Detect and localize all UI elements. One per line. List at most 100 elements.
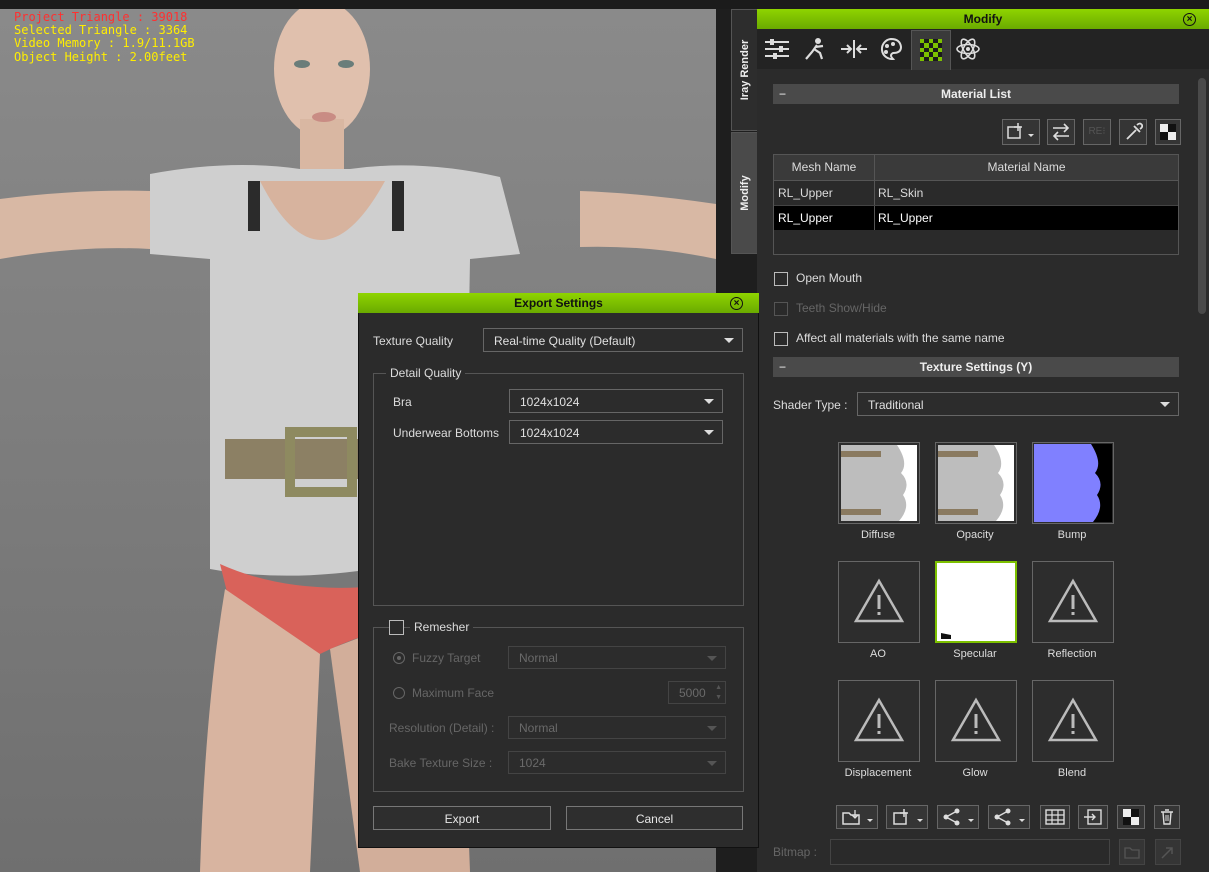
import-icon (1084, 809, 1102, 825)
row-material-cell: RL_Skin (878, 186, 924, 200)
load-image-icon (842, 810, 873, 825)
blend-label: Blend (1057, 767, 1087, 779)
sliders-icon[interactable] (764, 38, 790, 60)
opacity-texture-slot[interactable] (935, 442, 1017, 524)
physics-icon[interactable] (955, 36, 981, 62)
shader-type-label: Shader Type : (773, 398, 848, 412)
underwear-bottoms-label: Underwear Bottoms (393, 426, 500, 440)
opacity-thumbnail (938, 445, 1014, 521)
cell-divider (874, 206, 875, 230)
picker-button[interactable] (1119, 119, 1147, 145)
open-mouth-checkbox[interactable] (774, 272, 788, 286)
import-button[interactable] (1078, 805, 1108, 829)
affect-all-label: Affect all materials with the same name (796, 331, 1005, 345)
trash-icon (1161, 809, 1173, 825)
detail-quality-legend: Detail Quality (386, 366, 466, 380)
share-alt-button[interactable] (988, 805, 1030, 829)
bra-label: Bra (393, 395, 412, 409)
affect-all-checkbox[interactable] (774, 332, 788, 346)
dialog-title-bar[interactable]: Export Settings (358, 293, 759, 313)
tab-iray-render[interactable]: Iray Render (731, 9, 759, 131)
checker-preview-button[interactable] (1117, 805, 1145, 829)
bitmap-label: Bitmap : (773, 845, 818, 859)
diffuse-texture-slot[interactable] (838, 442, 920, 524)
fuzzy-target-label: Fuzzy Target (412, 651, 481, 665)
bake-texture-size-value: 1024 (519, 756, 546, 770)
spin-down-icon: ▼ (715, 694, 722, 701)
displacement-texture-slot[interactable] (838, 680, 920, 762)
top-strip (0, 0, 1209, 9)
bitmap-launch-button (1155, 839, 1181, 865)
resolution-label: Resolution (Detail) : (389, 721, 495, 735)
share-button[interactable] (937, 805, 979, 829)
grid-button[interactable] (1040, 805, 1070, 829)
bump-texture-slot[interactable] (1032, 442, 1114, 524)
texture-quality-dropdown[interactable]: Real-time Quality (Default) (483, 328, 743, 352)
table-row-selected[interactable]: RL_Upper RL_Upper (774, 206, 1178, 230)
shader-type-dropdown[interactable]: Traditional (857, 392, 1179, 416)
iray-render-label: Iray Render (739, 39, 751, 101)
load-image-button[interactable] (836, 805, 878, 829)
delete-button[interactable] (1154, 805, 1180, 829)
cell-divider (874, 181, 875, 205)
share-alt-icon (994, 808, 1025, 826)
morph-icon[interactable] (839, 38, 869, 60)
load-texture-button[interactable] (886, 805, 928, 829)
column-material-name[interactable]: Material Name (875, 155, 1178, 180)
checker-button[interactable] (1155, 119, 1181, 145)
maximum-face-radio (393, 687, 405, 699)
bra-quality-dropdown[interactable]: 1024x1024 (509, 389, 723, 413)
row-mesh-cell: RL_Upper (778, 211, 833, 225)
table-row[interactable]: RL_Upper RL_Skin (774, 181, 1178, 206)
glow-texture-slot[interactable] (935, 680, 1017, 762)
resolution-value: Normal (519, 721, 558, 735)
modify-close-icon[interactable]: × (1183, 13, 1196, 26)
shader-type-value: Traditional (868, 398, 924, 412)
fuzzy-target-value: Normal (519, 651, 558, 665)
material-icon (920, 39, 942, 61)
swap-icon (1052, 123, 1070, 141)
palette-icon[interactable] (879, 37, 905, 61)
folder-icon (1124, 847, 1140, 859)
warning-icon (950, 697, 1002, 742)
tab-modify[interactable]: Modify (731, 132, 759, 254)
checker-icon (1123, 809, 1139, 825)
modify-scrollbar[interactable] (1198, 78, 1206, 314)
warning-icon (853, 578, 905, 623)
remesher-checkbox[interactable] (389, 620, 404, 635)
material-tab-active[interactable] (911, 30, 951, 70)
spin-up-icon: ▲ (715, 684, 722, 691)
modify-tab-label: Modify (739, 175, 751, 211)
cancel-button[interactable]: Cancel (566, 806, 743, 830)
material-list-header[interactable]: − Material List (773, 84, 1179, 104)
reflection-texture-slot[interactable] (1032, 561, 1114, 643)
swap-material-button[interactable] (1047, 119, 1075, 145)
blend-texture-slot[interactable] (1032, 680, 1114, 762)
modify-title: Modify (963, 12, 1003, 26)
dialog-close-icon[interactable]: × (730, 297, 743, 310)
specular-thumbnail (937, 563, 1015, 641)
maximum-face-label: Maximum Face (412, 686, 495, 700)
video-memory-stat: Video Memory : 1.9/11.1GB (14, 36, 195, 50)
specular-label: Specular (953, 648, 997, 660)
underwear-quality-dropdown[interactable]: 1024x1024 (509, 420, 723, 444)
opacity-label: Opacity (956, 529, 994, 541)
texture-settings-header[interactable]: − Texture Settings (Y) (773, 357, 1179, 377)
maximum-face-spinbox: 5000 ▲ ▼ (668, 681, 726, 704)
bump-thumbnail (1034, 444, 1112, 522)
bump-label: Bump (1057, 529, 1087, 541)
column-mesh-name[interactable]: Mesh Name (774, 155, 875, 180)
motion-icon[interactable] (803, 37, 827, 61)
warning-icon (1047, 578, 1099, 623)
chevron-down-icon (707, 726, 717, 731)
ao-texture-slot[interactable] (838, 561, 920, 643)
reset-icon: RE⁝ (1088, 126, 1106, 137)
remesher-label: Remesher (410, 620, 474, 634)
load-material-button[interactable] (1002, 119, 1040, 145)
reset-material-button: RE⁝ (1083, 119, 1111, 145)
export-button[interactable]: Export (373, 806, 551, 830)
specular-texture-slot[interactable] (935, 561, 1017, 643)
collapse-icon: − (779, 360, 787, 374)
load-material-icon (1007, 123, 1034, 139)
diffuse-label: Diffuse (860, 529, 896, 541)
